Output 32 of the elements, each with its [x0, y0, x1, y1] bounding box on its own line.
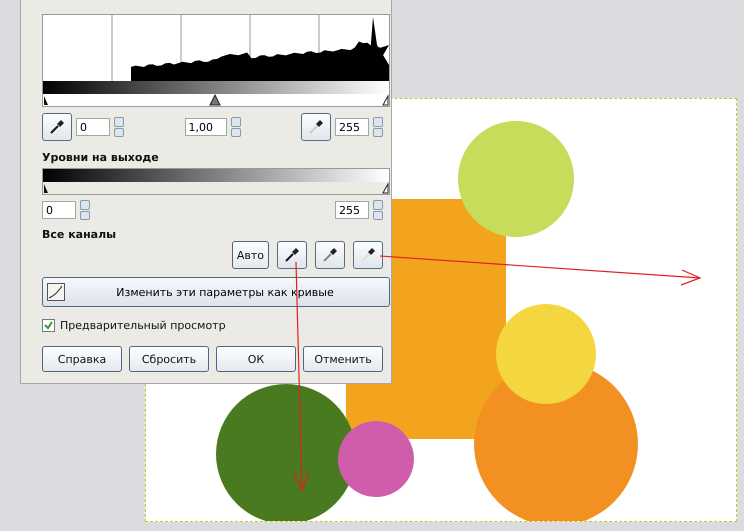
input-high-field[interactable]: 255: [335, 118, 369, 136]
eyedropper-icon: [360, 247, 376, 263]
spin-arrows[interactable]: [230, 117, 240, 137]
eyedropper-button[interactable]: [353, 241, 383, 269]
section-title: Все каналы: [42, 228, 118, 241]
output-high-field[interactable]: 255: [335, 201, 369, 219]
auto-button[interactable]: Авто: [232, 241, 269, 269]
preview-label: Предварительный просмотр: [60, 319, 226, 332]
eyedropper-icon: [284, 247, 300, 263]
eyedropper-button[interactable]: [277, 241, 307, 269]
curves-icon: [47, 283, 65, 301]
preview-checkbox[interactable]: [42, 319, 55, 332]
dialog-button[interactable]: Сбросить: [129, 346, 209, 372]
dialog-button[interactable]: ОК: [216, 346, 296, 372]
spin-arrows[interactable]: [80, 200, 90, 220]
eyedropper-button[interactable]: [301, 113, 331, 141]
eyedropper-button[interactable]: [42, 113, 72, 141]
gamma-field[interactable]: 1,00: [184, 118, 226, 136]
eyedropper-icon: [49, 119, 65, 135]
section-title: Уровни на выходе: [42, 151, 160, 164]
spin-arrows[interactable]: [373, 200, 383, 220]
dialog-button[interactable]: Справка: [42, 346, 122, 372]
dialog-button[interactable]: Отменить: [303, 346, 383, 372]
input-low-field[interactable]: 0: [76, 118, 110, 136]
spin-arrows[interactable]: [373, 117, 383, 137]
slider-handles-drawing[interactable]: [43, 182, 389, 194]
slider-handles-drawing[interactable]: [43, 94, 389, 106]
spin-arrows[interactable]: [114, 117, 124, 137]
eyedropper-icon: [308, 119, 324, 135]
output-low-field[interactable]: 0: [42, 201, 76, 219]
eyedropper-button[interactable]: [315, 241, 345, 269]
eyedropper-icon: [322, 247, 338, 263]
